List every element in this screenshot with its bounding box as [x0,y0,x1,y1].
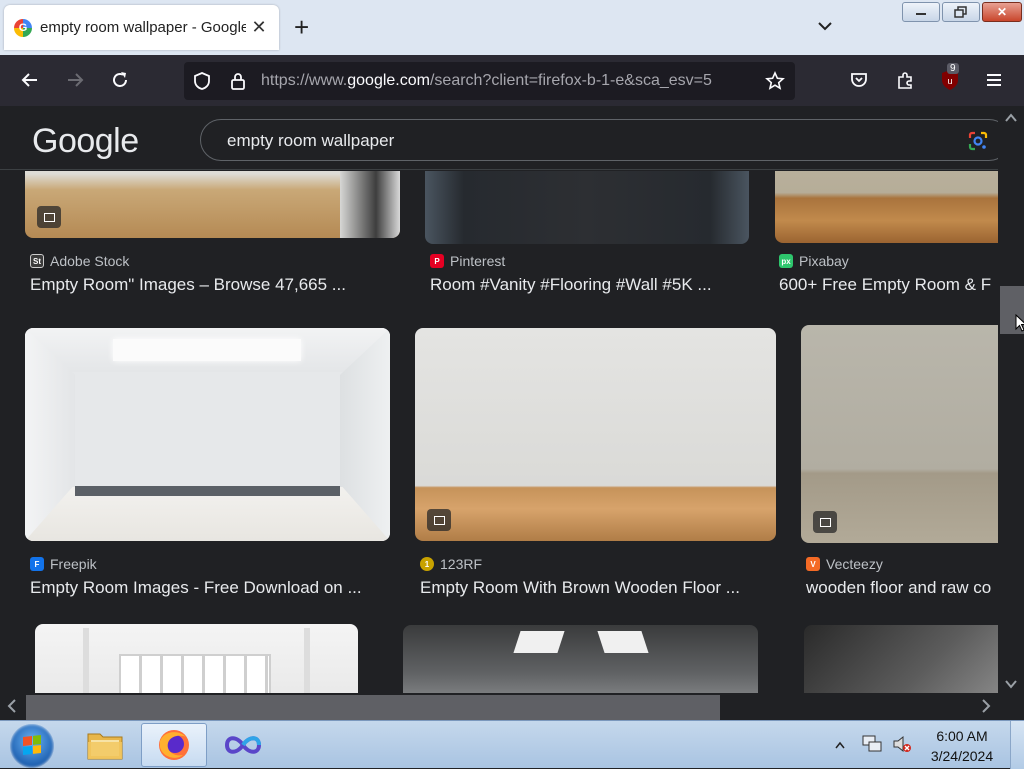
show-desktop-button[interactable] [1010,721,1024,769]
result-image[interactable] [775,171,998,243]
new-tab-button[interactable]: + [294,14,309,40]
clock-date: 3/24/2024 [930,748,994,764]
pinterest-icon: P [430,254,444,268]
window-edge-decoration [340,171,400,238]
image-type-icon [813,511,837,533]
skylight [597,631,649,653]
horizontal-scrollbar[interactable] [0,693,1024,720]
result-image[interactable] [425,171,749,244]
taskbar-visual-studio[interactable] [210,723,276,767]
folder-icon [87,733,123,760]
scroll-right-icon[interactable] [981,699,991,716]
scroll-down-icon[interactable] [1005,676,1017,692]
google-lens-icon[interactable] [967,130,989,152]
volume-muted-icon[interactable] [892,735,912,756]
menu-icon[interactable] [982,68,1006,92]
result-title[interactable]: Empty Room" Images – Browse 47,665 ... [30,275,375,295]
system-clock[interactable]: 6:00 AM 3/24/2024 [926,726,998,766]
result-source[interactable]: P Pinterest [430,253,505,269]
result-title[interactable]: Room #Vanity #Flooring #Wall #5K ... [430,275,740,295]
image-type-icon [37,206,61,228]
result-source[interactable]: St Adobe Stock [30,253,129,269]
result-source[interactable]: F Freepik [30,556,97,572]
extension-count-badge: 9 [947,63,959,74]
url-text[interactable]: https://www.google.com/search?client=fir… [261,72,751,90]
bookmark-star-icon[interactable] [765,71,785,96]
freepik-icon: F [30,557,44,571]
reload-icon[interactable] [108,68,132,92]
clock-time: 6:00 AM [936,728,988,744]
start-button[interactable] [10,724,54,768]
window-controls: ✕ [902,2,1022,22]
google-header: Google empty room wallpaper [0,106,1010,170]
result-title[interactable]: 600+ Free Empty Room & F [779,275,998,295]
wall-column [83,628,89,693]
svg-text:u: u [947,76,952,86]
pocket-icon[interactable] [847,68,871,92]
wall-column [304,628,310,693]
vertical-scrollbar[interactable] [998,106,1024,693]
result-source[interactable]: 1 123RF [420,556,482,572]
list-all-tabs-button[interactable] [815,16,835,36]
tab-strip: G empty room wallpaper - Google ✕ + ✕ [0,0,1024,55]
tab-title: empty room wallpaper - Google [40,19,246,36]
restore-button[interactable] [942,2,980,22]
close-window-button[interactable]: ✕ [982,2,1022,22]
infinity-icon [224,736,262,754]
result-image[interactable] [804,625,998,693]
tab-close-icon[interactable]: ✕ [250,17,268,38]
navigation-toolbar: https://www.google.com/search?client=fir… [0,55,1024,106]
image-type-icon [427,509,451,531]
extensions-icon[interactable] [893,68,917,92]
result-source[interactable]: px Pixabay [779,253,849,269]
baseboard [75,486,340,496]
google-logo[interactable]: Google [32,122,139,161]
ceiling-light [113,339,301,361]
show-hidden-icons[interactable] [835,738,845,752]
skylight [513,631,565,653]
result-title[interactable]: Empty Room With Brown Wooden Floor ... [420,578,765,598]
scroll-up-icon[interactable] [1005,110,1017,126]
browser-tab-active[interactable]: G empty room wallpaper - Google ✕ [4,5,279,50]
search-query[interactable]: empty room wallpaper [227,131,394,151]
result-image[interactable] [25,171,400,238]
vecteezy-icon: V [806,557,820,571]
result-image[interactable] [403,625,758,693]
result-image[interactable] [35,624,358,693]
scroll-left-icon[interactable] [7,699,17,716]
image-results-grid: St Adobe Stock Empty Room" Images – Brows… [0,171,998,693]
google-favicon-icon: G [14,18,32,37]
result-image[interactable] [801,325,998,543]
firefox-icon [159,730,189,760]
result-title[interactable]: wooden floor and raw co [806,578,998,598]
shield-icon[interactable] [192,71,212,96]
windows-logo-icon [23,735,41,755]
search-input[interactable]: empty room wallpaper [200,119,1010,161]
result-image[interactable] [25,328,390,541]
result-source[interactable]: V Vecteezy [806,556,883,572]
result-title[interactable]: Empty Room Images - Free Download on ... [30,578,385,598]
window-decoration [119,654,271,693]
horizontal-scroll-thumb[interactable] [26,695,720,720]
lock-icon[interactable] [228,71,248,96]
network-icon[interactable] [862,735,882,756]
adobe-stock-icon: St [30,254,44,268]
123rf-icon: 1 [420,557,434,571]
forward-icon[interactable] [63,68,87,92]
result-image[interactable] [415,328,776,541]
taskbar-file-explorer[interactable] [72,723,138,767]
back-icon[interactable] [18,68,42,92]
windows-taskbar: 6:00 AM 3/24/2024 [0,720,1024,769]
taskbar-firefox[interactable] [141,723,207,767]
pixabay-icon: px [779,254,793,268]
url-bar[interactable]: https://www.google.com/search?client=fir… [184,62,795,100]
minimize-button[interactable] [902,2,940,22]
